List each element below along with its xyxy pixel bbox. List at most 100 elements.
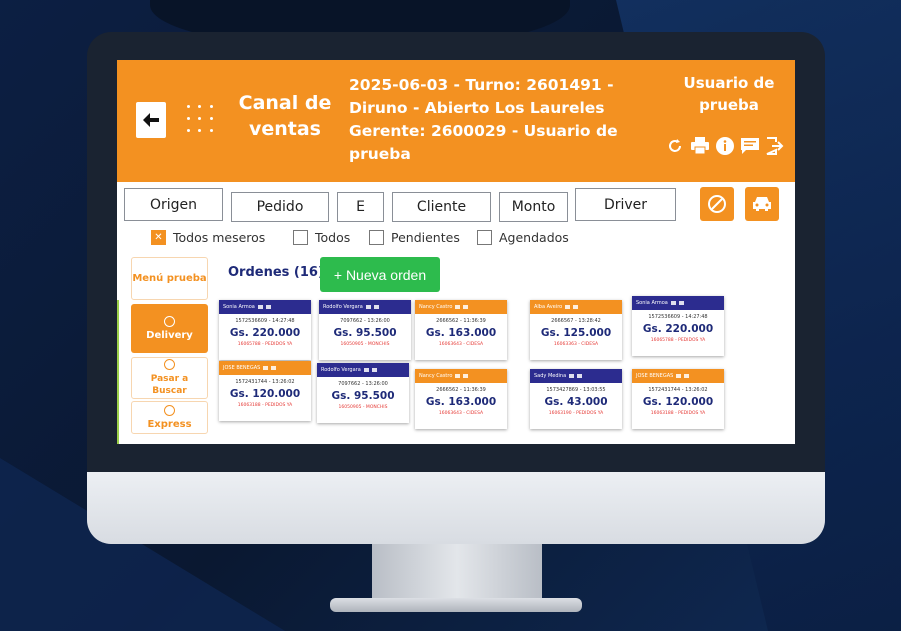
order-card-header: Sonia Armoa <box>632 296 724 310</box>
checkbox[interactable] <box>477 230 492 245</box>
refresh-icon[interactable] <box>665 136 685 156</box>
order-source: 16063363 - CIDESA <box>553 342 599 347</box>
order-card[interactable]: Alba Aveiro 2666567 - 13:28:42 Gs. 125.000… <box>530 300 622 360</box>
order-card[interactable]: Sonia Armoa 1572536609 - 14:27:48 Gs. 220.… <box>632 296 724 356</box>
order-source: 16063643 - CIDESA <box>438 342 484 347</box>
order-source: 16063190 - PEDIDOS YA <box>548 411 604 416</box>
card-icon <box>678 301 684 305</box>
card-icon <box>463 374 469 378</box>
order-source: 16065788 - PEDIDOS YA <box>237 342 293 347</box>
customer-name: Rodolfo Vergara <box>321 367 361 373</box>
order-card[interactable]: Rodolfo Vergara 7097662 - 13:26:00 Gs. 95.… <box>319 300 411 360</box>
check-todos[interactable]: Todos <box>293 230 350 245</box>
order-source: 16063188 - PEDIDOS YA <box>650 411 706 416</box>
card-icon <box>684 374 690 378</box>
monitor-chin <box>87 472 825 544</box>
order-amount: Gs. 163.000 <box>425 327 497 339</box>
side-label: Pasar a Buscar <box>150 374 189 396</box>
order-card[interactable]: JOSE BENEGAS 1572431744 - 13:26:02 Gs. 120… <box>632 369 724 429</box>
check-agendados[interactable]: Agendados <box>477 230 569 245</box>
check-todos-meseros[interactable]: ✕ Todos meseros <box>151 230 265 245</box>
new-order-button[interactable]: + Nueva orden <box>320 257 440 292</box>
order-source: 16050905 - MONCHIS <box>338 405 388 410</box>
order-id: 1572431744 - 13:26:02 <box>648 387 708 393</box>
order-card-header: Alba Aveiro <box>530 300 622 314</box>
pickup-icon <box>164 359 175 370</box>
side-express[interactable]: Express <box>131 401 208 434</box>
side-label: Express <box>147 418 192 430</box>
checkbox-checked[interactable]: ✕ <box>151 230 166 245</box>
card-icon <box>257 305 263 309</box>
side-delivery[interactable]: Delivery <box>131 304 208 353</box>
order-amount: Gs. 43.000 <box>544 396 608 408</box>
check-pendientes[interactable]: Pendientes <box>369 230 460 245</box>
shift-info: 2025-06-03 - Turno: 2601491 - Diruno - A… <box>349 76 618 163</box>
checkbox[interactable] <box>369 230 384 245</box>
logout-icon[interactable] <box>765 136 785 156</box>
message-icon[interactable] <box>740 136 760 156</box>
check-label: Pendientes <box>391 230 460 245</box>
order-card[interactable]: JOSE BENEGAS 1572431744 - 13:26:02 Gs. 120… <box>219 361 311 421</box>
customer-name: Sonia Armoa <box>223 304 255 310</box>
order-source: 16063643 - CIDESA <box>438 411 484 416</box>
card-icon <box>373 305 379 309</box>
card-icon <box>271 366 277 370</box>
header-toolbar <box>665 136 785 156</box>
driver-car-button[interactable] <box>745 187 779 221</box>
order-card[interactable]: Rodolfo Vergara 7097662 - 13:26:00 Gs. 95.… <box>317 363 409 423</box>
check-label: Todos meseros <box>173 230 266 245</box>
printer-icon[interactable] <box>690 136 710 156</box>
delivery-icon <box>164 315 175 327</box>
order-card-header: JOSE BENEGAS <box>632 369 724 383</box>
customer-name: JOSE BENEGAS <box>636 373 674 379</box>
order-source: 16063188 - PEDIDOS YA <box>237 403 293 408</box>
order-card-header: Sady Medina <box>530 369 622 383</box>
order-card-header: JOSE BENEGAS <box>219 361 311 375</box>
arrow-left-icon <box>143 113 159 127</box>
order-id: 7097662 - 13:26:00 <box>338 381 388 387</box>
order-card[interactable]: Nancy Castro 2666562 - 11:36:39 Gs. 163.00… <box>415 369 507 429</box>
monitor-stand <box>372 544 542 600</box>
card-icon <box>569 374 575 378</box>
card-icon <box>265 305 271 309</box>
side-pasar-a-buscar[interactable]: Pasar a Buscar <box>131 357 208 399</box>
filter-monto[interactable]: Monto <box>499 192 568 222</box>
filter-e[interactable]: E <box>337 192 384 222</box>
card-icon <box>365 305 371 309</box>
filter-driver[interactable]: Driver <box>575 188 676 221</box>
order-id: 2666567 - 13:28:42 <box>551 318 601 324</box>
side-accent-line <box>117 300 119 444</box>
customer-name: Alba Aveiro <box>534 304 563 310</box>
info-icon[interactable] <box>715 136 735 156</box>
card-icon <box>573 305 579 309</box>
app-header: Canal de ventas 2025-06-03 - Turno: 2601… <box>117 60 795 182</box>
customer-name: Nancy Castro <box>419 373 453 379</box>
check-label: Agendados <box>499 230 569 245</box>
order-source: 16050905 - MONCHIS <box>340 342 390 347</box>
page-title: Canal de ventas <box>238 92 332 140</box>
checkbox[interactable] <box>293 230 308 245</box>
card-icon <box>463 305 469 309</box>
order-amount: Gs. 125.000 <box>540 327 612 339</box>
back-button[interactable] <box>136 102 166 138</box>
order-card[interactable]: Nancy Castro 2666562 - 11:36:39 Gs. 163.00… <box>415 300 507 360</box>
filter-cliente[interactable]: Cliente <box>392 192 491 222</box>
apps-grid-icon[interactable] <box>183 100 217 136</box>
order-card[interactable]: Sady Medina 1573427869 - 13:03:55 Gs. 43.0… <box>530 369 622 429</box>
order-card[interactable]: Sonia Armoa 1572536609 - 14:27:48 Gs. 220.… <box>219 300 311 360</box>
order-source: 16065788 - PEDIDOS YA <box>650 338 706 343</box>
card-icon <box>670 301 676 305</box>
customer-name: Sady Medina <box>534 373 567 379</box>
order-amount: Gs. 95.500 <box>333 327 397 339</box>
card-icon <box>363 368 369 372</box>
order-amount: Gs. 95.500 <box>331 390 395 402</box>
monitor-base <box>330 598 582 612</box>
user-name: Usuario de prueba <box>683 74 775 114</box>
app-screen: Canal de ventas 2025-06-03 - Turno: 2601… <box>117 60 795 444</box>
order-id: 1572536609 - 14:27:48 <box>235 318 295 324</box>
filter-pedido[interactable]: Pedido <box>231 192 329 222</box>
filter-origen[interactable]: Origen <box>124 188 223 221</box>
block-icon <box>708 195 726 213</box>
cancel-filter-button[interactable] <box>700 187 734 221</box>
side-menu-prueba[interactable]: Menú prueba <box>131 257 208 300</box>
